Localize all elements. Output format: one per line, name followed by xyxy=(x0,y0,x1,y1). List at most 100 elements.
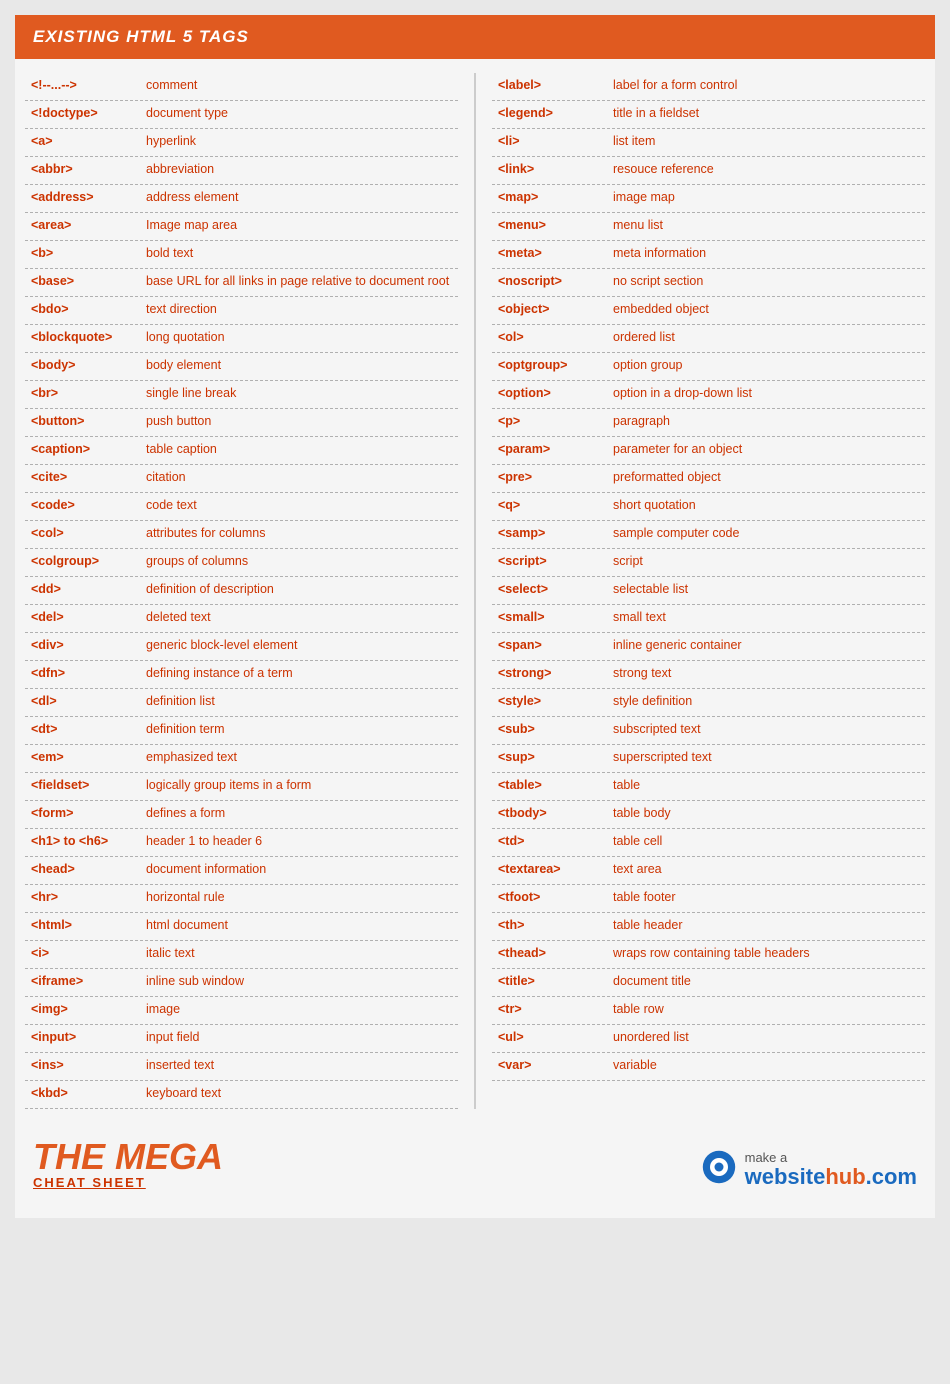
tag-description: selectable list xyxy=(613,582,919,596)
tag-row: <p>paragraph xyxy=(492,409,925,437)
tag-name: <head> xyxy=(31,862,146,876)
tag-description: defines a form xyxy=(146,806,452,820)
tag-name: <dd> xyxy=(31,582,146,596)
tag-name: <base> xyxy=(31,274,146,288)
tag-description: parameter for an object xyxy=(613,442,919,456)
tag-description: short quotation xyxy=(613,498,919,512)
tag-name: <img> xyxy=(31,1002,146,1016)
tag-description: definition of description xyxy=(146,582,452,596)
tag-description: document type xyxy=(146,106,452,120)
tag-row: <tr>table row xyxy=(492,997,925,1025)
tag-description: label for a form control xyxy=(613,78,919,92)
tag-row: <ins>inserted text xyxy=(25,1053,458,1081)
tag-description: preformatted object xyxy=(613,470,919,484)
tag-name: <label> xyxy=(498,78,613,92)
footer-website: websitehub.com xyxy=(745,1165,917,1189)
tag-row: <title>document title xyxy=(492,969,925,997)
tag-row: <param>parameter for an object xyxy=(492,437,925,465)
tag-row: <div>generic block-level element xyxy=(25,633,458,661)
tag-name: <em> xyxy=(31,750,146,764)
tag-description: unordered list xyxy=(613,1030,919,1044)
tag-description: long quotation xyxy=(146,330,452,344)
tag-row: <td>table cell xyxy=(492,829,925,857)
tag-name: <del> xyxy=(31,610,146,624)
tag-name: <dl> xyxy=(31,694,146,708)
left-column: <!--...-->comment<!doctype>document type… xyxy=(25,73,458,1109)
tag-description: Image map area xyxy=(146,218,452,232)
tag-description: sample computer code xyxy=(613,526,919,540)
tag-description: keyboard text xyxy=(146,1086,452,1100)
tag-row: <kbd>keyboard text xyxy=(25,1081,458,1109)
tag-name: <area> xyxy=(31,218,146,232)
tag-row: <head>document information xyxy=(25,857,458,885)
tag-row: <bdo>text direction xyxy=(25,297,458,325)
tag-description: superscripted text xyxy=(613,750,919,764)
tag-name: <select> xyxy=(498,582,613,596)
tag-row: <small>small text xyxy=(492,605,925,633)
tag-description: bold text xyxy=(146,246,452,260)
tag-name: <table> xyxy=(498,778,613,792)
tag-row: <html>html document xyxy=(25,913,458,941)
tag-row: <th>table header xyxy=(492,913,925,941)
tag-name: <ol> xyxy=(498,330,613,344)
tag-name: <strong> xyxy=(498,666,613,680)
tag-description: paragraph xyxy=(613,414,919,428)
tag-row: <code>code text xyxy=(25,493,458,521)
tag-name: <!--...--> xyxy=(31,78,146,92)
tag-description: single line break xyxy=(146,386,452,400)
tag-name: <link> xyxy=(498,162,613,176)
tag-row: <button>push button xyxy=(25,409,458,437)
tag-row: <textarea>text area xyxy=(492,857,925,885)
tag-row: <style>style definition xyxy=(492,689,925,717)
tag-row: <del>deleted text xyxy=(25,605,458,633)
tag-description: deleted text xyxy=(146,610,452,624)
tag-row: <q>short quotation xyxy=(492,493,925,521)
tag-name: <bdo> xyxy=(31,302,146,316)
tag-name: <map> xyxy=(498,190,613,204)
tag-description: table xyxy=(613,778,919,792)
tag-row: <strong>strong text xyxy=(492,661,925,689)
tag-name: <cite> xyxy=(31,470,146,484)
tag-name: <i> xyxy=(31,946,146,960)
tag-name: <span> xyxy=(498,638,613,652)
footer-logo xyxy=(701,1149,737,1190)
tag-row: <address>address element xyxy=(25,185,458,213)
tag-row: <area>Image map area xyxy=(25,213,458,241)
tag-description: meta information xyxy=(613,246,919,260)
tag-name: <th> xyxy=(498,918,613,932)
tag-description: menu list xyxy=(613,218,919,232)
tag-row: <dfn>defining instance of a term xyxy=(25,661,458,689)
tag-row: <a>hyperlink xyxy=(25,129,458,157)
tag-row: <optgroup>option group xyxy=(492,353,925,381)
tag-description: embedded object xyxy=(613,302,919,316)
tag-name: <tr> xyxy=(498,1002,613,1016)
tag-row: <caption>table caption xyxy=(25,437,458,465)
tag-description: push button xyxy=(146,414,452,428)
tag-row: <map>image map xyxy=(492,185,925,213)
tag-description: resouce reference xyxy=(613,162,919,176)
tag-row: <body>body element xyxy=(25,353,458,381)
tag-name: <body> xyxy=(31,358,146,372)
tag-row: <dt>definition term xyxy=(25,717,458,745)
tag-name: <samp> xyxy=(498,526,613,540)
tag-name: <blockquote> xyxy=(31,330,146,344)
tag-description: header 1 to header 6 xyxy=(146,834,452,848)
tag-name: <html> xyxy=(31,918,146,932)
tag-name: <code> xyxy=(31,498,146,512)
tag-name: <sub> xyxy=(498,722,613,736)
tag-name: <li> xyxy=(498,134,613,148)
tag-description: code text xyxy=(146,498,452,512)
tag-row: <li>list item xyxy=(492,129,925,157)
right-column: <label>label for a form control<legend>t… xyxy=(492,73,925,1109)
tag-row: <tbody>table body xyxy=(492,801,925,829)
tag-name: <option> xyxy=(498,386,613,400)
column-divider xyxy=(474,73,476,1109)
tag-row: <tfoot>table footer xyxy=(492,885,925,913)
tag-row: <link>resouce reference xyxy=(492,157,925,185)
tag-name: <hr> xyxy=(31,890,146,904)
tag-name: <ins> xyxy=(31,1058,146,1072)
tag-name: <tfoot> xyxy=(498,890,613,904)
tag-description: option group xyxy=(613,358,919,372)
tag-name: <dt> xyxy=(31,722,146,736)
tag-name: <param> xyxy=(498,442,613,456)
